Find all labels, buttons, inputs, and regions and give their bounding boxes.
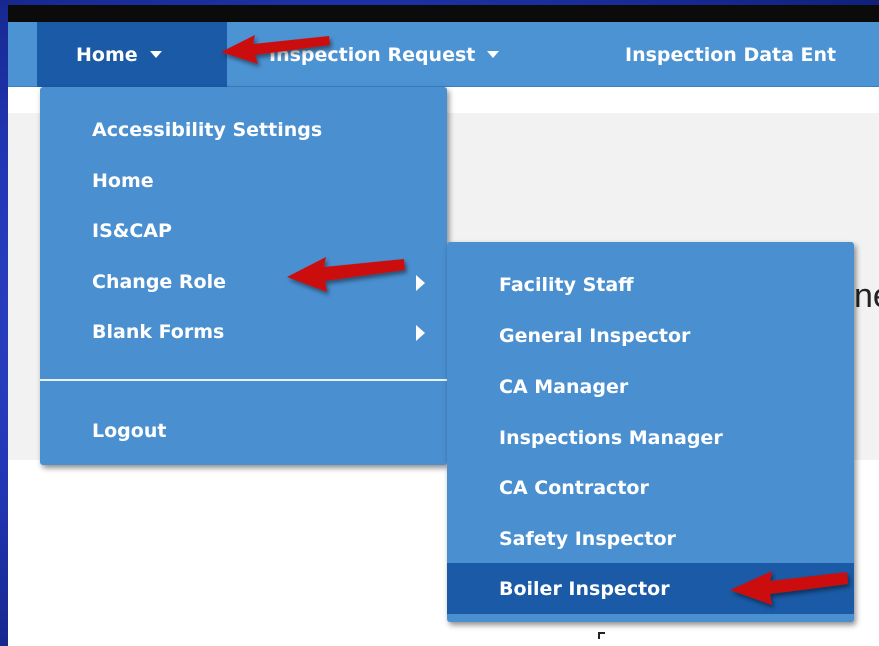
red-arrow-icon <box>221 35 848 605</box>
